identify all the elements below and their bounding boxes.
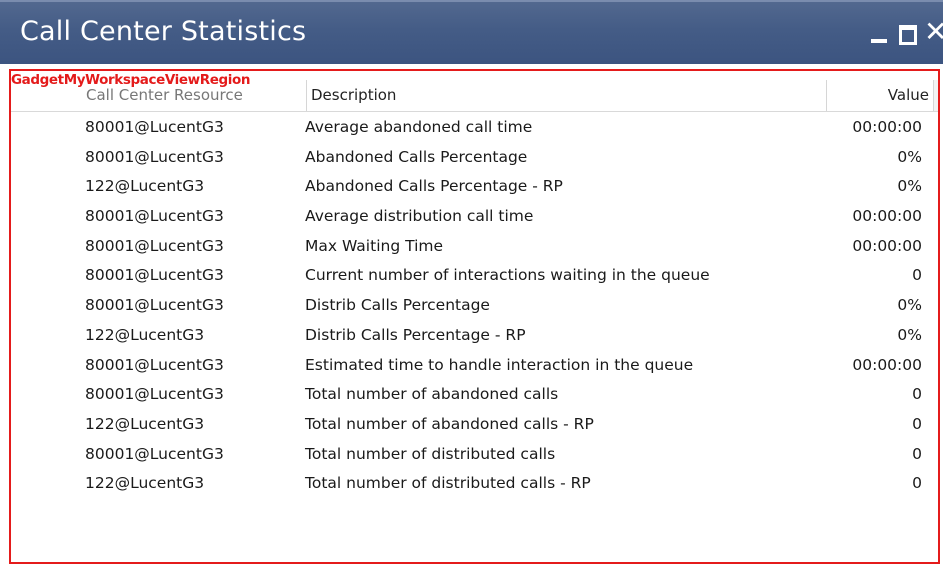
statistics-table-body: 80001@LucentG3 Average abandoned call tim… [11,113,938,499]
region-debug-label: GadgetMyWorkspaceViewRegion [11,72,251,88]
row-description: Total number of abandoned calls [305,385,559,404]
minimize-icon [871,39,887,43]
table-row[interactable]: 80001@LucentG3 Average abandoned call tim… [11,113,938,143]
row-description: Abandoned Calls Percentage [305,147,528,166]
row-resource: 80001@LucentG3 [85,207,224,226]
row-value: 0 [912,444,922,463]
table-row[interactable]: 122@LucentG3 Total number of distributed … [11,469,938,499]
row-description: Estimated time to handle interaction in … [305,355,694,374]
window-title: Call Center Statistics [20,16,307,47]
row-value: 0% [897,325,922,344]
minimize-button[interactable] [868,20,890,46]
table-row[interactable]: 80001@LucentG3 Abandoned Calls Percentage… [11,143,938,173]
header-filler [934,80,938,111]
row-value: 0 [912,266,922,285]
title-bar[interactable]: Call Center Statistics ✕ [0,0,943,64]
table-row[interactable]: 122@LucentG3 Abandoned Calls Percentage -… [11,172,938,202]
close-button[interactable]: ✕ [924,20,943,46]
row-description: Total number of distributed calls [305,444,556,463]
row-description: Abandoned Calls Percentage - RP [305,177,563,196]
row-description: Current number of interactions waiting i… [305,266,710,285]
row-description: Max Waiting Time [305,236,444,255]
row-value: 0 [912,474,922,493]
row-resource: 80001@LucentG3 [85,266,224,285]
row-resource: 80001@LucentG3 [85,444,224,463]
row-description: Distrib Calls Percentage [305,296,490,315]
row-description: Total number of abandoned calls - RP [305,414,594,433]
row-resource: 80001@LucentG3 [85,385,224,404]
row-resource: 80001@LucentG3 [85,236,224,255]
row-value: 0% [897,177,922,196]
row-value: 00:00:00 [852,118,922,136]
row-resource: 80001@LucentG3 [85,147,224,166]
row-resource: 122@LucentG3 [85,414,205,433]
maximize-button[interactable] [897,20,919,46]
close-icon: ✕ [924,20,943,46]
table-row[interactable]: 80001@LucentG3 Max Waiting Time 00:00:00 [11,232,938,262]
row-value: 0% [897,147,922,166]
row-resource: 80001@LucentG3 [85,296,224,315]
table-row[interactable]: 122@LucentG3 Distrib Calls Percentage - R… [11,321,938,351]
table-row[interactable]: 80001@LucentG3 Total number of abandoned … [11,380,938,410]
row-resource: 122@LucentG3 [85,474,205,493]
call-center-statistics-window: Call Center Statistics ✕ Call Center Res… [0,0,943,565]
table-row[interactable]: 80001@LucentG3 Current number of interact… [11,261,938,291]
row-value: 00:00:00 [852,236,922,255]
table-row[interactable]: 80001@LucentG3 Total number of distribute… [11,440,938,470]
row-description: Average abandoned call time [305,118,533,136]
row-value: 00:00:00 [852,355,922,374]
row-value: 00:00:00 [852,207,922,226]
row-description: Distrib Calls Percentage - RP [305,325,526,344]
row-value: 0% [897,296,922,315]
row-resource: 80001@LucentG3 [85,118,224,136]
row-resource: 80001@LucentG3 [85,355,224,374]
column-header-description[interactable]: Description [307,80,827,111]
table-row[interactable]: 122@LucentG3 Total number of abandoned ca… [11,410,938,440]
column-header-value[interactable]: Value [827,80,934,111]
row-description: Total number of distributed calls - RP [305,474,591,493]
table-row[interactable]: 80001@LucentG3 Average distribution call … [11,202,938,232]
row-resource: 122@LucentG3 [85,177,205,196]
table-row[interactable]: 80001@LucentG3 Estimated time to handle i… [11,351,938,381]
maximize-icon [899,25,917,45]
row-resource: 122@LucentG3 [85,325,205,344]
table-row[interactable]: 80001@LucentG3 Distrib Calls Percentage 0% [11,291,938,321]
row-description: Average distribution call time [305,207,534,226]
row-value: 0 [912,385,922,404]
row-value: 0 [912,414,922,433]
